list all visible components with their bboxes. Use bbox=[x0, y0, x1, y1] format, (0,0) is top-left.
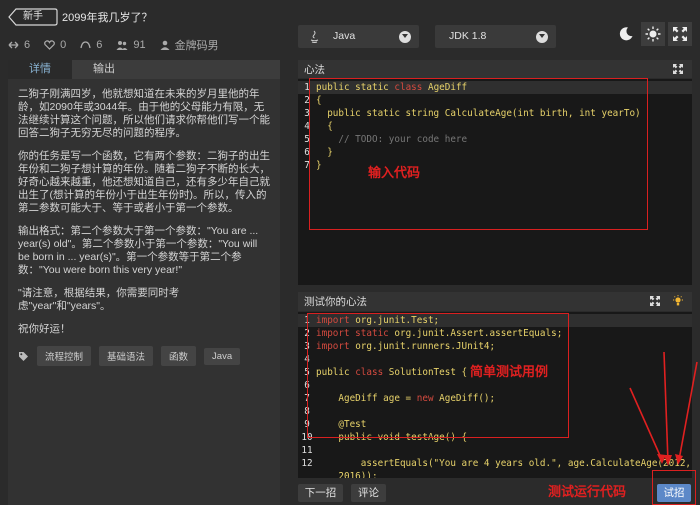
annotation-arrows bbox=[629, 351, 698, 466]
